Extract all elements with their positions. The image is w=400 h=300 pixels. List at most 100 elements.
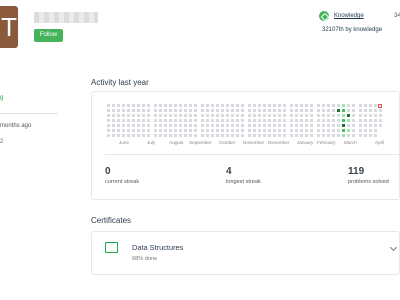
heatmap-cell[interactable]: [122, 104, 125, 107]
heatmap-cell[interactable]: [283, 109, 286, 112]
heatmap-cell[interactable]: [290, 119, 293, 122]
heatmap-cell[interactable]: [226, 119, 229, 122]
heatmap-cell[interactable]: [194, 124, 197, 127]
heatmap-cell[interactable]: [369, 124, 372, 127]
heatmap-cell[interactable]: [241, 104, 244, 107]
heatmap-cell[interactable]: [352, 109, 355, 112]
heatmap-cell[interactable]: [347, 129, 350, 132]
heatmap-cell[interactable]: [374, 109, 377, 112]
heatmap-cell[interactable]: [179, 124, 182, 127]
heatmap-cell[interactable]: [273, 109, 276, 112]
heatmap-cell[interactable]: [317, 129, 320, 132]
heatmap-cell[interactable]: [364, 129, 367, 132]
heatmap-cell[interactable]: [364, 134, 367, 137]
heatmap-cell[interactable]: [164, 109, 167, 112]
heatmap-cell[interactable]: [206, 134, 209, 137]
heatmap-cell[interactable]: [184, 114, 187, 117]
heatmap-cell[interactable]: [300, 134, 303, 137]
heatmap-cell[interactable]: [164, 134, 167, 137]
heatmap-cell[interactable]: [295, 129, 298, 132]
heatmap-cell[interactable]: [317, 134, 320, 137]
heatmap-cell[interactable]: [184, 104, 187, 107]
heatmap-cell[interactable]: [206, 124, 209, 127]
heatmap-cell[interactable]: [169, 124, 172, 127]
heatmap-cell[interactable]: [337, 104, 340, 107]
heatmap-cell[interactable]: [107, 119, 110, 122]
heatmap-cell[interactable]: [122, 134, 125, 137]
heatmap-cell[interactable]: [263, 109, 266, 112]
heatmap-cell[interactable]: [347, 124, 350, 127]
heatmap-cell[interactable]: [278, 134, 281, 137]
heatmap-cell[interactable]: [179, 129, 182, 132]
chevron-down-icon[interactable]: [389, 243, 398, 252]
heatmap-cell[interactable]: [278, 129, 281, 132]
heatmap-cell[interactable]: [310, 129, 313, 132]
heatmap-cell[interactable]: [327, 134, 330, 137]
heatmap-cell[interactable]: [327, 109, 330, 112]
heatmap-cell[interactable]: [216, 129, 219, 132]
heatmap-cell[interactable]: [241, 114, 244, 117]
heatmap-cell[interactable]: [248, 104, 251, 107]
heatmap-cell[interactable]: [317, 109, 320, 112]
heatmap-cell[interactable]: [317, 119, 320, 122]
heatmap-cell[interactable]: [194, 119, 197, 122]
heatmap-cell[interactable]: [169, 104, 172, 107]
heatmap-cell[interactable]: [179, 104, 182, 107]
heatmap-cell[interactable]: [201, 134, 204, 137]
heatmap-cell[interactable]: [327, 119, 330, 122]
heatmap-cell[interactable]: [231, 134, 234, 137]
heatmap-cell[interactable]: [147, 114, 150, 117]
heatmap-cell[interactable]: [122, 114, 125, 117]
heatmap-cell[interactable]: [201, 114, 204, 117]
heatmap-cell[interactable]: [241, 119, 244, 122]
heatmap-cell[interactable]: [179, 114, 182, 117]
heatmap-cell[interactable]: [221, 134, 224, 137]
heatmap-cell[interactable]: [221, 104, 224, 107]
heatmap-cell[interactable]: [305, 104, 308, 107]
heatmap-cell[interactable]: [184, 109, 187, 112]
heatmap-cell[interactable]: [184, 124, 187, 127]
heatmap-cell[interactable]: [305, 129, 308, 132]
heatmap-cell[interactable]: [258, 114, 261, 117]
heatmap-cell[interactable]: [231, 119, 234, 122]
heatmap-cell[interactable]: [201, 119, 204, 122]
heatmap-cell[interactable]: [322, 124, 325, 127]
heatmap-cell[interactable]: [248, 124, 251, 127]
heatmap-cell[interactable]: [117, 109, 120, 112]
heatmap-cell[interactable]: [221, 109, 224, 112]
heatmap-cell[interactable]: [231, 114, 234, 117]
heatmap-cell[interactable]: [159, 104, 162, 107]
heatmap-cell[interactable]: [147, 109, 150, 112]
heatmap-cell[interactable]: [300, 114, 303, 117]
heatmap-cell[interactable]: [300, 119, 303, 122]
heatmap-cell[interactable]: [127, 129, 130, 132]
heatmap-cell[interactable]: [253, 109, 256, 112]
heatmap-cell[interactable]: [258, 119, 261, 122]
heatmap-cell[interactable]: [137, 119, 140, 122]
heatmap-cell[interactable]: [248, 129, 251, 132]
heatmap-cell[interactable]: [332, 134, 335, 137]
heatmap-cell[interactable]: [278, 104, 281, 107]
heatmap-cell[interactable]: [322, 119, 325, 122]
heatmap-cell[interactable]: [359, 129, 362, 132]
heatmap-cell[interactable]: [164, 124, 167, 127]
heatmap-cell[interactable]: [347, 119, 350, 122]
heatmap-cell[interactable]: [169, 114, 172, 117]
heatmap-cell[interactable]: [107, 109, 110, 112]
heatmap-cell[interactable]: [352, 129, 355, 132]
heatmap-cell[interactable]: [127, 104, 130, 107]
heatmap-cell[interactable]: [122, 129, 125, 132]
heatmap-cell[interactable]: [290, 134, 293, 137]
heatmap-cell[interactable]: [174, 134, 177, 137]
heatmap-cell[interactable]: [211, 114, 214, 117]
heatmap-cell[interactable]: [337, 114, 340, 117]
heatmap-cell[interactable]: [169, 129, 172, 132]
heatmap-cell[interactable]: [194, 129, 197, 132]
heatmap-cell[interactable]: [216, 109, 219, 112]
heatmap-cell[interactable]: [322, 129, 325, 132]
heatmap-cell[interactable]: [142, 134, 145, 137]
heatmap-cell[interactable]: [194, 114, 197, 117]
heatmap-cell[interactable]: [206, 109, 209, 112]
heatmap-cell[interactable]: [283, 104, 286, 107]
heatmap-cell[interactable]: [211, 119, 214, 122]
